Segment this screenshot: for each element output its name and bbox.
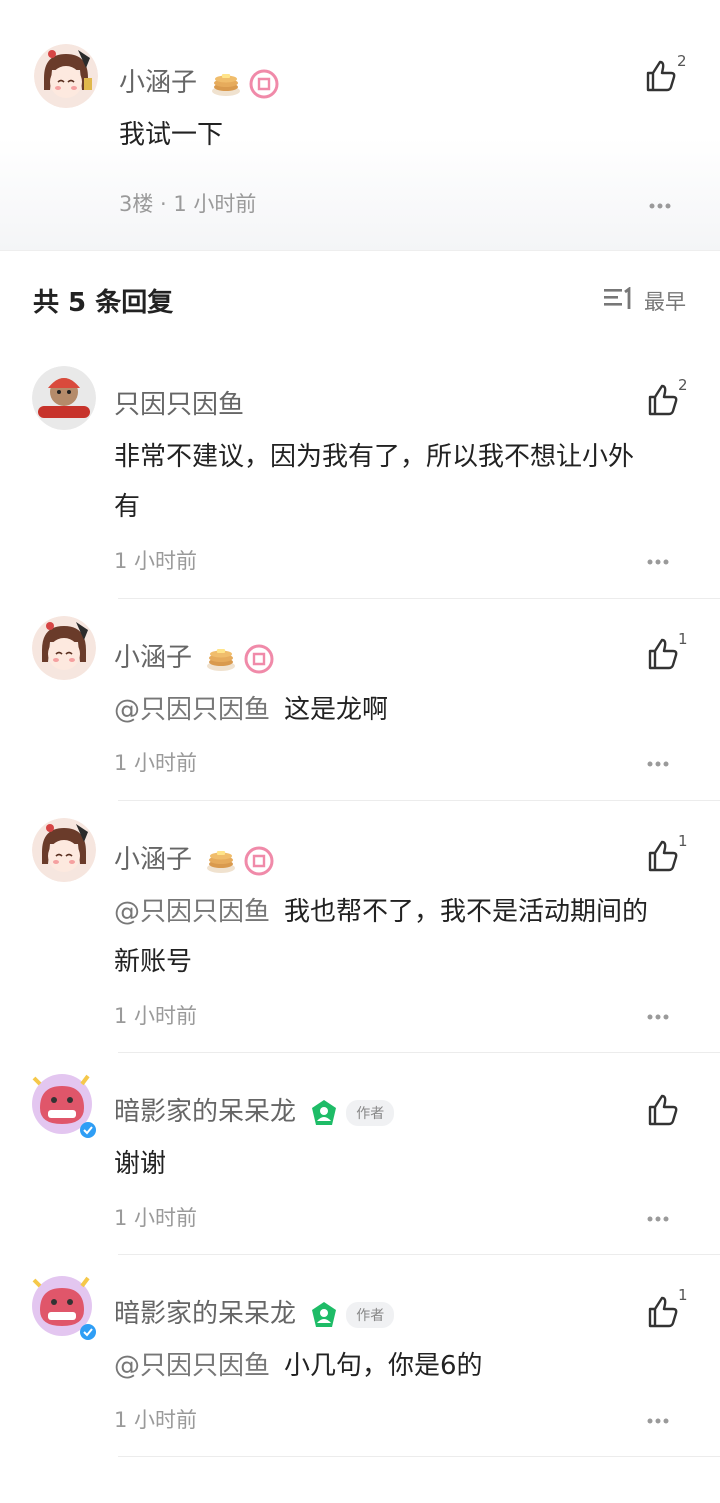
reply-text: 小几句，你是6的 xyxy=(284,1351,483,1381)
avatar[interactable] xyxy=(32,616,96,680)
author-name[interactable]: 只因只因鱼 xyxy=(114,384,244,421)
author-verified-icon xyxy=(310,1099,338,1127)
reply-text-line: 新账号 xyxy=(114,947,193,977)
author-name[interactable]: 小涵子 xyxy=(119,62,279,99)
main-comment: 小涵子 2 我试一下 3楼 · 1 小时前 xyxy=(0,0,720,251)
level-badge-icon xyxy=(249,69,279,99)
author-tag: 作者 xyxy=(346,1099,395,1126)
avatar[interactable] xyxy=(34,44,98,108)
level-badge-icon xyxy=(244,846,274,876)
reply-time: 1 小时前 xyxy=(114,1206,198,1230)
pancake-badge-icon xyxy=(206,848,236,874)
reply-time: 1 小时前 xyxy=(114,1004,198,1028)
comment-text: 我试一下 xyxy=(119,120,224,150)
author-name[interactable]: 暗影家的呆呆龙 作者 xyxy=(114,1293,395,1330)
reply-text: 这是龙啊 xyxy=(284,695,389,725)
reply-text-line: 有 xyxy=(114,492,141,522)
sort-order-icon xyxy=(604,285,634,316)
reply-text-line: 谢谢 xyxy=(114,1149,167,1179)
reply-text-line: @只因只因鱼 小几句，你是6的 xyxy=(114,1339,483,1393)
like-count: 1 xyxy=(678,832,688,850)
comment-floor-time: 3楼 · 1 小时前 xyxy=(119,192,257,216)
more-options-icon[interactable] xyxy=(644,754,680,767)
avatar[interactable] xyxy=(32,818,96,882)
divider xyxy=(118,598,720,599)
more-options-icon[interactable] xyxy=(646,196,682,209)
author-name-text: 小涵子 xyxy=(119,68,198,98)
avatar[interactable] xyxy=(26,1270,98,1342)
like-icon[interactable] xyxy=(642,1090,688,1136)
author-name-text: 暗影家的呆呆龙 xyxy=(114,1097,297,1127)
divider xyxy=(118,1052,720,1053)
replies-count-title: 共 5 条回复 xyxy=(33,288,174,318)
level-badge-icon xyxy=(244,644,274,674)
divider xyxy=(118,1254,720,1255)
sort-toggle[interactable]: 最早 xyxy=(604,285,686,316)
reply-text: 我也帮不了，我不是活动期间的 xyxy=(284,897,649,927)
like-count: 2 xyxy=(677,52,687,70)
mention-link[interactable]: @只因只因鱼 xyxy=(114,695,270,725)
author-name-text: 小涵子 xyxy=(114,845,193,875)
reply-text-line: @只因只因鱼 我也帮不了，我不是活动期间的 xyxy=(114,885,648,939)
divider xyxy=(118,1456,720,1457)
author-name-text: 小涵子 xyxy=(114,643,193,673)
like-count: 1 xyxy=(678,630,688,648)
mention-link[interactable]: @只因只因鱼 xyxy=(114,897,270,927)
reply-time: 1 小时前 xyxy=(114,1408,198,1432)
like-count: 2 xyxy=(678,376,688,394)
reply-text-line: @只因只因鱼 这是龙啊 xyxy=(114,683,388,737)
more-options-icon[interactable] xyxy=(644,1007,680,1020)
reply-time: 1 小时前 xyxy=(114,549,198,573)
reply-time: 1 小时前 xyxy=(114,751,198,775)
more-options-icon[interactable] xyxy=(644,1209,680,1222)
author-name[interactable]: 小涵子 xyxy=(114,637,274,674)
author-name[interactable]: 小涵子 xyxy=(114,839,274,876)
more-options-icon[interactable] xyxy=(644,1411,680,1424)
divider xyxy=(118,800,720,801)
avatar[interactable] xyxy=(26,1068,98,1140)
avatar[interactable] xyxy=(32,366,96,430)
author-name[interactable]: 暗影家的呆呆龙 作者 xyxy=(114,1091,395,1128)
mention-link[interactable]: @只因只因鱼 xyxy=(114,1351,270,1381)
author-verified-icon xyxy=(310,1301,338,1329)
pancake-badge-icon xyxy=(211,71,241,97)
pancake-badge-icon xyxy=(206,646,236,672)
reply-text-line: 非常不建议，因为我有了，所以我不想让小外 xyxy=(114,442,635,472)
more-options-icon[interactable] xyxy=(644,552,680,565)
like-count: 1 xyxy=(678,1286,688,1304)
author-tag: 作者 xyxy=(346,1301,395,1328)
author-name-text: 暗影家的呆呆龙 xyxy=(114,1299,297,1329)
sort-label: 最早 xyxy=(644,290,686,314)
